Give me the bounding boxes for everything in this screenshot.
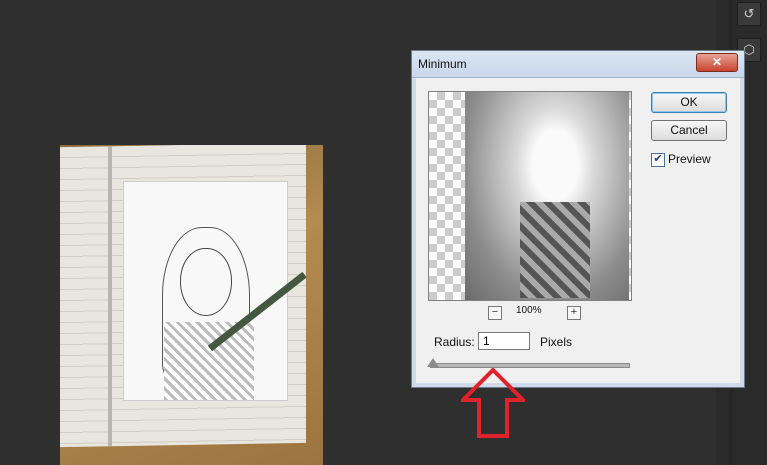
radius-slider-thumb[interactable] [427,358,439,367]
sketch-image [123,181,288,401]
filter-preview[interactable] [428,91,632,301]
document-canvas[interactable] [60,145,323,465]
zoom-in-button[interactable]: + [567,306,581,320]
preview-checkbox[interactable]: ✔ [651,153,665,167]
preview-image [465,92,629,300]
dialog-title: Minimum [418,57,467,71]
radius-slider-track[interactable] [430,363,630,368]
preview-scarf [520,202,590,298]
sketch-scarf [164,322,254,400]
radius-units: Pixels [540,335,573,349]
plus-icon: + [570,306,578,318]
radius-label: Radius: [434,335,475,349]
zoom-out-button[interactable]: − [488,306,502,320]
radius-input[interactable] [478,332,530,350]
preview-label: Preview [668,152,711,166]
close-button[interactable]: ✕ [696,53,738,72]
close-icon: ✕ [711,55,723,69]
minimum-dialog: Minimum ✕ − 100% + OK Cancel ✔ Preview R… [411,50,745,388]
red-arrow-annotation [461,368,525,438]
sketch-face [180,248,232,316]
minus-icon: − [491,306,499,318]
history-icon[interactable]: ↺ [737,2,761,26]
notebook-spine [108,146,112,447]
dialog-titlebar[interactable]: Minimum ✕ [412,51,744,78]
zoom-level: 100% [516,305,542,316]
cancel-button[interactable]: Cancel [651,120,727,141]
ok-button[interactable]: OK [651,92,727,113]
checkmark-icon: ✔ [653,153,663,165]
